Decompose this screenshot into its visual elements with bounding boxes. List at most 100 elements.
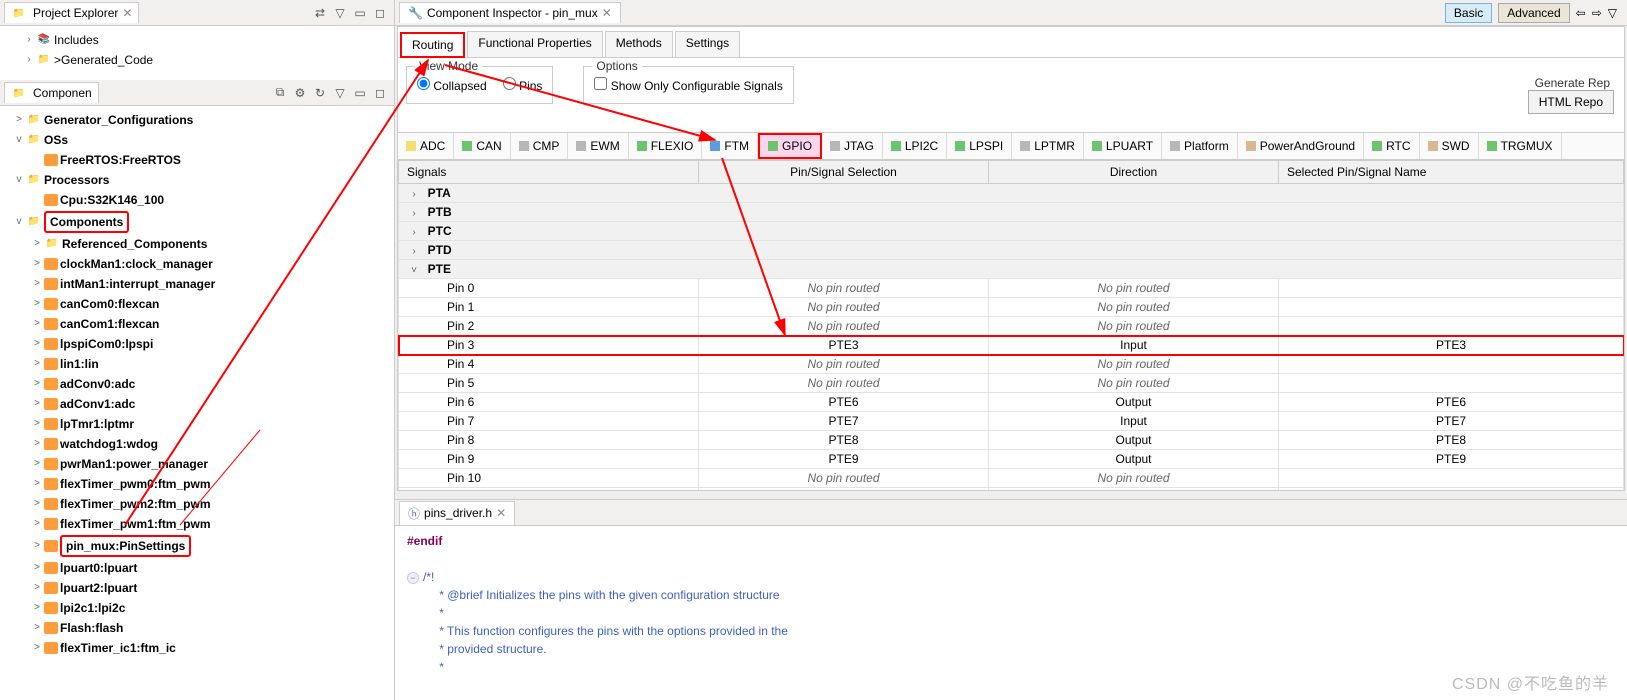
signal-lpuart[interactable]: LPUART: [1084, 133, 1162, 159]
pin-row[interactable]: Pin 6PTE6OutputPTE6: [399, 393, 1624, 412]
signal-lptmr[interactable]: LPTMR: [1012, 133, 1084, 159]
tree-row[interactable]: >pin_mux:PinSettings: [0, 534, 394, 558]
tab-methods[interactable]: Methods: [605, 31, 673, 57]
pin-row[interactable]: Pin 7PTE7InputPTE7: [399, 412, 1624, 431]
tree-row[interactable]: >flexTimer_pwm0:ftm_pwm: [0, 474, 394, 494]
tree-row[interactable]: >watchdog1:wdog: [0, 434, 394, 454]
pin-row[interactable]: Pin 5No pin routedNo pin routed: [399, 374, 1624, 393]
tree-row[interactable]: >lpuart2:lpuart: [0, 578, 394, 598]
pin-row[interactable]: Pin 2No pin routedNo pin routed: [399, 317, 1624, 336]
tree-row[interactable]: >adConv0:adc: [0, 374, 394, 394]
menu-icon[interactable]: ▽: [332, 85, 348, 101]
signal-trgmux[interactable]: TRGMUX: [1479, 133, 1562, 159]
tree-row[interactable]: >adConv1:adc: [0, 394, 394, 414]
signal-lpi2c[interactable]: LPI2C: [883, 133, 947, 159]
tree-label: Referenced_Components: [62, 235, 207, 253]
code-file-tab[interactable]: ⓗ pins_driver.h ✕: [399, 501, 515, 525]
generate-report-button[interactable]: HTML Repo: [1528, 90, 1614, 114]
filter-icon[interactable]: ⧉: [272, 85, 288, 101]
signal-ftm[interactable]: FTM: [702, 133, 758, 159]
basic-mode[interactable]: Basic: [1445, 3, 1492, 23]
tree-row[interactable]: >lpuart0:lpuart: [0, 558, 394, 578]
pin-row[interactable]: Pin 9PTE9OutputPTE9: [399, 450, 1624, 469]
max-icon[interactable]: ◻: [372, 85, 388, 101]
signal-lpspi[interactable]: LPSPI: [947, 133, 1012, 159]
tree-row[interactable]: Cpu:S32K146_100: [0, 190, 394, 210]
pin-row[interactable]: Pin 0No pin routedNo pin routed: [399, 279, 1624, 298]
col-header[interactable]: Direction: [989, 161, 1279, 184]
code-area[interactable]: #endif −/*! * @brief Initializes the pin…: [395, 526, 1627, 682]
show-only-check[interactable]: Show Only Configurable Signals: [594, 79, 782, 93]
pin-row[interactable]: Pin 1No pin routedNo pin routed: [399, 298, 1624, 317]
min-icon[interactable]: ▭: [352, 5, 368, 21]
min-icon[interactable]: ▭: [352, 85, 368, 101]
tab-settings[interactable]: Settings: [675, 31, 740, 57]
pin-row[interactable]: Pin 3PTE3InputPTE3: [399, 336, 1624, 355]
tree-row[interactable]: v📁OSs: [0, 130, 394, 150]
tree-row[interactable]: >clockMan1:clock_manager: [0, 254, 394, 274]
close-icon[interactable]: ✕: [496, 506, 506, 520]
signal-flexio[interactable]: FLEXIO: [629, 133, 703, 159]
tree-row[interactable]: >flexTimer_pwm2:ftm_pwm: [0, 494, 394, 514]
signal-jtag[interactable]: JTAG: [822, 133, 883, 159]
tree-row[interactable]: >lin1:lin: [0, 354, 394, 374]
tree-row[interactable]: >flexTimer_ic1:ftm_ic: [0, 638, 394, 658]
group-row[interactable]: ˅ PTE: [399, 260, 1624, 279]
col-header[interactable]: Signals: [399, 161, 699, 184]
pin-row[interactable]: Pin 11No pin routedNo pin routed: [399, 488, 1624, 491]
group-row[interactable]: › PTA: [399, 184, 1624, 203]
max-icon[interactable]: ◻: [372, 5, 388, 21]
signal-adc[interactable]: ADC: [398, 133, 454, 159]
group-row[interactable]: › PTD: [399, 241, 1624, 260]
collapsed-radio[interactable]: Collapsed: [417, 77, 487, 93]
signal-cmp[interactable]: CMP: [511, 133, 569, 159]
tree-row[interactable]: › 📁 > Generated_Code: [0, 50, 394, 70]
tree-row[interactable]: FreeRTOS:FreeRTOS: [0, 150, 394, 170]
refresh-icon[interactable]: ↻: [312, 85, 328, 101]
pin-row[interactable]: Pin 10No pin routedNo pin routed: [399, 469, 1624, 488]
collapse-icon[interactable]: ▽: [332, 5, 348, 21]
tree-row[interactable]: >lpTmr1:lptmr: [0, 414, 394, 434]
col-header[interactable]: Pin/Signal Selection: [699, 161, 989, 184]
project-explorer-tab[interactable]: 📁 Project Explorer ✕: [4, 2, 139, 23]
signal-platform[interactable]: Platform: [1162, 133, 1238, 159]
fold-icon[interactable]: −: [407, 572, 419, 584]
link-icon[interactable]: ⇄: [312, 5, 328, 21]
tree-row[interactable]: v📁Components: [0, 210, 394, 234]
pin-row[interactable]: Pin 4No pin routedNo pin routed: [399, 355, 1624, 374]
signal-gpio[interactable]: GPIO: [758, 133, 822, 159]
tree-row[interactable]: >Flash:flash: [0, 618, 394, 638]
tree-row[interactable]: >lpspiCom0:lpspi: [0, 334, 394, 354]
tree-row[interactable]: >intMan1:interrupt_manager: [0, 274, 394, 294]
gear-icon[interactable]: ⚙: [292, 85, 308, 101]
close-icon[interactable]: ✕: [122, 6, 132, 20]
fwd-icon[interactable]: ⇨: [1592, 6, 1602, 20]
pin-row[interactable]: Pin 8PTE8OutputPTE8: [399, 431, 1624, 450]
group-row[interactable]: › PTB: [399, 203, 1624, 222]
tree-row[interactable]: >📁Referenced_Components: [0, 234, 394, 254]
close-icon[interactable]: ✕: [602, 6, 612, 20]
signal-powerandground[interactable]: PowerAndGround: [1238, 133, 1364, 159]
tab-functional-properties[interactable]: Functional Properties: [467, 31, 602, 57]
components-tab[interactable]: 📁 Componen: [4, 82, 99, 103]
tree-row[interactable]: >canCom0:flexcan: [0, 294, 394, 314]
signal-swd[interactable]: SWD: [1420, 133, 1479, 159]
signal-can[interactable]: CAN: [454, 133, 510, 159]
signal-rtc[interactable]: RTC: [1364, 133, 1419, 159]
tree-row[interactable]: >lpi2c1:lpi2c: [0, 598, 394, 618]
tree-row[interactable]: >📁Generator_Configurations: [0, 110, 394, 130]
signal-ewm[interactable]: EWM: [568, 133, 628, 159]
col-header[interactable]: Selected Pin/Signal Name: [1279, 161, 1624, 184]
inspector-tab[interactable]: 🔧 Component Inspector - pin_mux ✕: [399, 2, 621, 23]
tree-row[interactable]: >flexTimer_pwm1:ftm_pwm: [0, 514, 394, 534]
pins-radio[interactable]: Pins: [503, 77, 543, 93]
tree-row[interactable]: >pwrMan1:power_manager: [0, 454, 394, 474]
advanced-mode[interactable]: Advanced: [1498, 3, 1569, 23]
tab-routing[interactable]: Routing: [400, 32, 465, 58]
group-row[interactable]: › PTC: [399, 222, 1624, 241]
tree-row[interactable]: v📁Processors: [0, 170, 394, 190]
tree-row[interactable]: › 📚 Includes: [0, 30, 394, 50]
back-icon[interactable]: ⇦: [1576, 6, 1586, 20]
menu-icon[interactable]: ▽: [1608, 6, 1617, 20]
tree-row[interactable]: >canCom1:flexcan: [0, 314, 394, 334]
